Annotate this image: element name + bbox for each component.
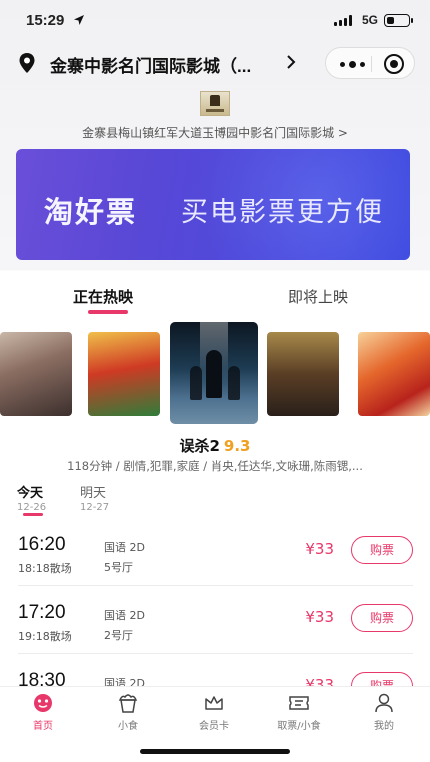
header: 金寨中影名门国际影城（... — [0, 44, 430, 84]
chevron-right-icon[interactable] — [285, 54, 297, 70]
divider — [18, 653, 413, 654]
movie-poster[interactable] — [358, 332, 430, 416]
tab-indicator — [88, 310, 128, 314]
cinema-name[interactable]: 金寨中影名门国际影城（... — [50, 52, 251, 77]
status-time: 15:29 — [26, 12, 65, 29]
movie-poster[interactable] — [88, 332, 160, 416]
network-type: 5G — [361, 13, 378, 27]
buy-ticket-button[interactable]: 购票 — [351, 536, 413, 564]
movie-meta: 118分钟 / 剧情,犯罪,家庭 / 肖央,任达华,文咏珊,陈雨锶,... — [67, 459, 363, 473]
session-end: 18:18散场 — [18, 562, 72, 575]
battery-icon — [384, 14, 413, 27]
promo-banner[interactable]: 淘好票 买电影票更方便 — [16, 149, 410, 260]
cinema-logo — [200, 91, 230, 116]
divider — [18, 585, 413, 586]
buy-ticket-button[interactable]: 购票 — [351, 604, 413, 632]
movie-title: 误杀2 9.3 — [0, 435, 430, 456]
home-indicator — [140, 749, 290, 754]
session-time: 16:20 — [18, 534, 66, 555]
session-time: 17:20 — [18, 602, 66, 623]
status-bar: 15:29 5G — [0, 0, 430, 44]
cinema-address[interactable]: 金寨县梅山镇红军大道玉博园中影名门国际影城 > — [0, 124, 430, 141]
session-price: ¥33 — [305, 540, 334, 558]
banner-brand: 淘好票 — [44, 195, 138, 229]
miniprogram-capsule — [325, 47, 415, 79]
session-row: 17:20 19:18散场 国语 2D 2号厅 ¥33 购票 — [0, 602, 430, 670]
capsule-divider — [371, 56, 372, 72]
home-icon — [34, 694, 52, 712]
session-end: 19:18散场 — [18, 630, 72, 643]
session-language: 国语 2D — [104, 609, 145, 622]
tabbar-item-member[interactable]: 会员卡 — [179, 693, 249, 732]
session-hall: 2号厅 — [104, 629, 133, 642]
movie-poster-selected[interactable] — [170, 322, 258, 424]
tab-coming-soon[interactable]: 即将上映 — [288, 286, 348, 307]
session-hall: 5号厅 — [104, 561, 133, 574]
session-price: ¥33 — [305, 608, 334, 626]
movie-poster[interactable] — [267, 332, 339, 416]
more-icon[interactable] — [340, 61, 365, 68]
session-row: 16:20 18:18散场 国语 2D 5号厅 ¥33 购票 — [0, 534, 430, 602]
location-arrow-icon — [74, 15, 84, 25]
movie-poster[interactable] — [0, 332, 72, 416]
tabbar-item-home[interactable]: 首页 — [8, 693, 78, 732]
tabbar-item-profile[interactable]: 我的 — [349, 693, 419, 732]
date-tab-today[interactable]: 今天 12-26 — [17, 482, 46, 513]
person-icon — [375, 693, 393, 713]
signal-icon — [334, 15, 352, 26]
close-target-icon[interactable] — [384, 54, 404, 74]
date-indicator — [23, 513, 43, 516]
crown-icon — [205, 696, 223, 710]
date-tab-tomorrow[interactable]: 明天 12-27 — [80, 482, 109, 513]
page: 15:29 5G 金寨中影名门国际影城（... 金寨县梅山镇红军大道玉博园中影名… — [0, 0, 430, 762]
session-language: 国语 2D — [104, 541, 145, 554]
snack-icon — [118, 694, 138, 713]
location-pin-icon — [19, 53, 35, 73]
tab-now-showing[interactable]: 正在热映 — [73, 286, 133, 307]
movie-name: 误杀2 — [179, 437, 220, 455]
ticket-icon — [289, 696, 309, 710]
banner-slogan: 买电影票更方便 — [181, 197, 384, 228]
tabbar-item-ticket[interactable]: 取票/小食 — [264, 693, 334, 732]
tabbar-item-snack[interactable]: 小食 — [93, 693, 163, 732]
movie-score: 9.3 — [223, 437, 251, 455]
